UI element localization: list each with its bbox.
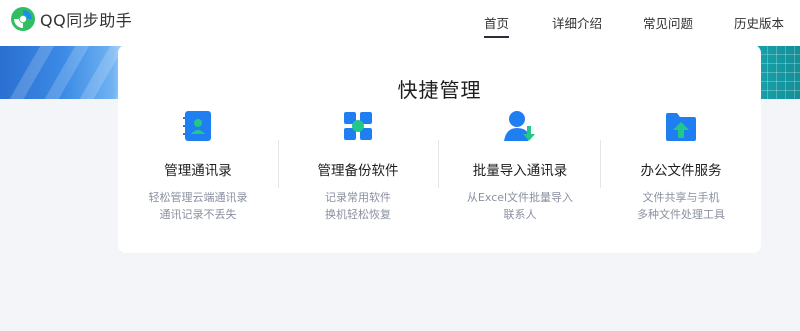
feature-manage-backup-apps[interactable]: 管理备份软件 记录常用软件 换机轻松恢复: [278, 107, 438, 223]
feature-office-file-service[interactable]: 办公文件服务 文件共享与手机 多种文件处理工具: [601, 107, 761, 223]
nav-home[interactable]: 首页: [484, 13, 510, 38]
nav-details[interactable]: 详细介绍: [552, 13, 602, 38]
feature-batch-import-contacts[interactable]: 批量导入通讯录 从Excel文件批量导入 联系人: [440, 107, 600, 223]
user-import-icon: [504, 111, 535, 141]
app-grid-icon: [344, 112, 372, 140]
feature-desc: 从Excel文件批量导入 联系人: [466, 191, 574, 221]
main-nav: 首页 详细介绍 常见问题 历史版本: [0, 13, 800, 43]
quick-manage-title: 快捷管理: [397, 78, 482, 102]
feature-desc: 记录常用软件 换机轻松恢复: [325, 191, 391, 221]
contacts-book-icon: [183, 111, 211, 141]
nav-faq[interactable]: 常见问题: [643, 13, 693, 38]
feature-name: 管理备份软件: [317, 163, 399, 179]
feature-name: 办公文件服务: [640, 163, 722, 179]
quick-manage-card: 快捷管理 管理通讯录 轻松管理云端通讯录 通讯记录不丢失 管理备份软件 记录常用…: [118, 45, 761, 253]
feature-name: 管理通讯录: [164, 163, 232, 179]
feature-desc: 文件共享与手机 多种文件处理工具: [637, 191, 725, 221]
divider: [438, 140, 439, 188]
top-header: QQ同步助手 首页 详细介绍 常见问题 历史版本: [0, 0, 800, 46]
feature-manage-contacts[interactable]: 管理通讯录 轻松管理云端通讯录 通讯记录不丢失: [118, 107, 278, 223]
feature-desc: 轻松管理云端通讯录 通讯记录不丢失: [148, 191, 248, 221]
feature-name: 批量导入通讯录: [472, 163, 568, 179]
nav-history-versions[interactable]: 历史版本: [734, 13, 784, 38]
folder-upload-icon: [666, 113, 696, 141]
